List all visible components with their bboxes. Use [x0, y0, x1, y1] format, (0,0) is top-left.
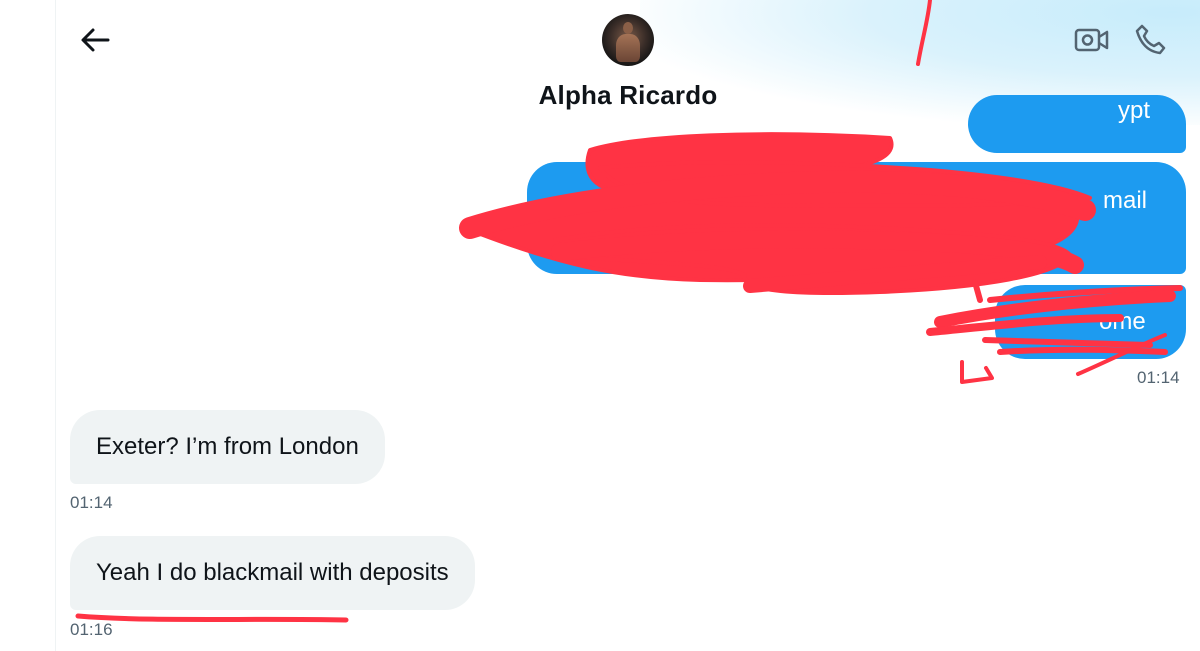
message-text-line-2: ro	[553, 225, 575, 252]
message-text: Exeter? I’m from London	[96, 433, 359, 460]
outgoing-timestamp: 01:14	[1137, 368, 1180, 387]
video-camera-icon	[1074, 28, 1109, 52]
video-call-button[interactable]	[1072, 22, 1112, 58]
contact-name[interactable]: Alpha Ricardo	[480, 80, 776, 111]
incoming-message-1[interactable]: Exeter? I’m from London	[70, 410, 385, 484]
message-text: Yeah I do blackmail with deposits	[96, 559, 449, 586]
phone-icon	[1135, 24, 1166, 55]
message-text-line-1: mail	[1103, 187, 1148, 214]
outgoing-message-3[interactable]: ome	[995, 285, 1186, 359]
incoming-message-2[interactable]: Yeah I do blackmail with deposits	[70, 536, 475, 610]
arrow-left-icon	[81, 28, 110, 52]
outgoing-message-1[interactable]: ypt	[968, 95, 1186, 153]
message-text: ypt	[1118, 97, 1151, 124]
avatar[interactable]	[602, 14, 654, 66]
incoming-timestamp-2: 01:16	[70, 620, 113, 639]
voice-call-button[interactable]	[1130, 22, 1170, 58]
incoming-timestamp-1: 01:14	[70, 493, 113, 512]
outgoing-message-2[interactable]: mail ro	[527, 162, 1186, 274]
back-button[interactable]	[78, 22, 114, 58]
call-actions	[1072, 22, 1170, 58]
left-divider	[55, 0, 56, 651]
message-text: ome	[1099, 308, 1146, 335]
